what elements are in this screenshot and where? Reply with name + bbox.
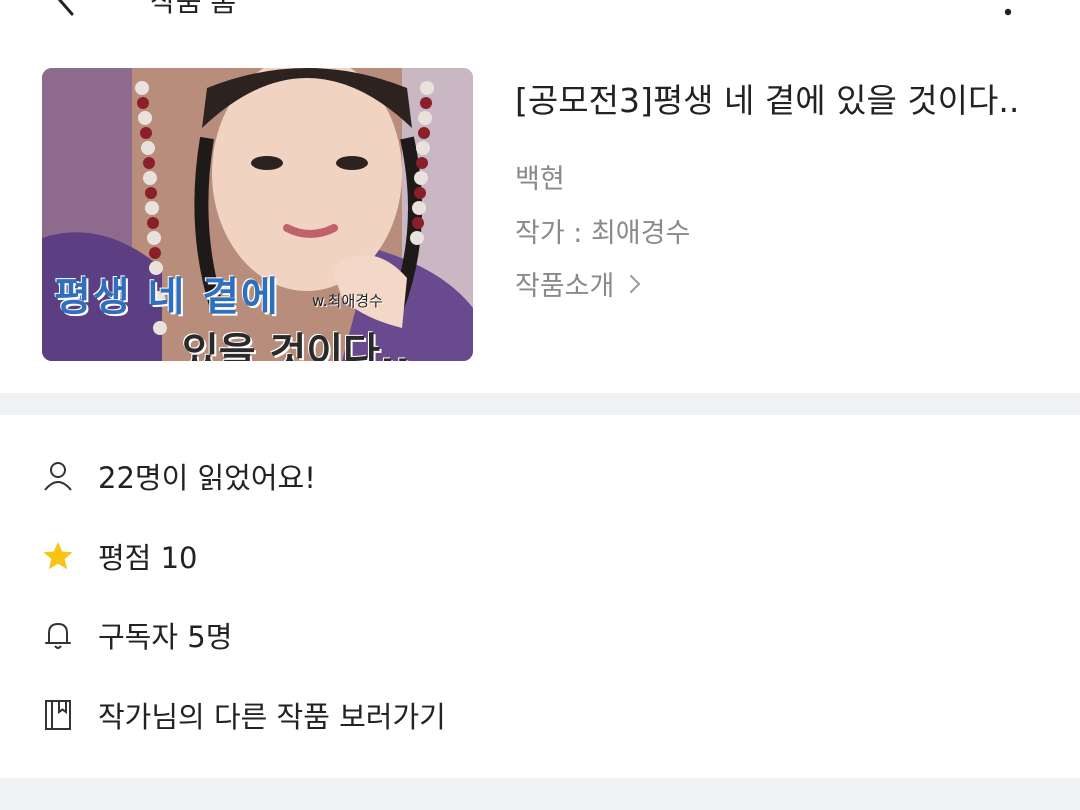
subscribers-count: 구독자 5명 xyxy=(98,620,233,654)
other-works-row[interactable]: 작가님의 다른 작품 보러가기 xyxy=(42,690,1042,740)
star-icon xyxy=(42,540,74,572)
intro-label: 작품소개 xyxy=(515,271,615,302)
more-button[interactable] xyxy=(996,0,1020,24)
work-title: [공모전3]평생 네 곁에 있을 것이다.. xyxy=(515,81,1020,120)
more-vertical-icon xyxy=(1004,8,1012,16)
section-divider xyxy=(0,393,1080,415)
back-button[interactable] xyxy=(44,0,84,18)
other-works-link[interactable]: 작가님의 다른 작품 보러가기 xyxy=(98,694,446,736)
subscribers-row: 구독자 5명 xyxy=(42,610,1042,660)
rating-value: 평점 10 xyxy=(98,541,198,575)
page-title: 작품 홈 xyxy=(150,0,237,18)
section-divider-bottom xyxy=(0,778,1080,810)
person-icon xyxy=(42,460,74,492)
chevron-left-icon xyxy=(57,0,74,16)
chevron-right-icon xyxy=(630,274,641,293)
work-author: 작가 : 최애경수 xyxy=(515,218,691,249)
work-genre: 백현 xyxy=(515,164,565,195)
work-thumbnail[interactable]: 평생 네 곁에 w.최애경수 있을 것이다.. xyxy=(42,68,473,361)
readers-row: 22명이 읽었어요! xyxy=(42,451,1042,501)
thumbnail-caption: 평생 네 곁에 xyxy=(54,274,280,320)
book-icon xyxy=(42,699,74,731)
rating-row: 평점 10 xyxy=(42,531,1042,581)
readers-count: 22명이 읽었어요! xyxy=(98,461,316,495)
bell-icon xyxy=(42,619,74,651)
thumbnail-signature: w.최애경수 xyxy=(312,292,383,310)
thumbnail-caption-2: 있을 것이다.. xyxy=(182,330,411,361)
top-bar: 작품 홈 xyxy=(0,0,1080,30)
intro-link[interactable]: 작품소개 xyxy=(515,264,642,303)
